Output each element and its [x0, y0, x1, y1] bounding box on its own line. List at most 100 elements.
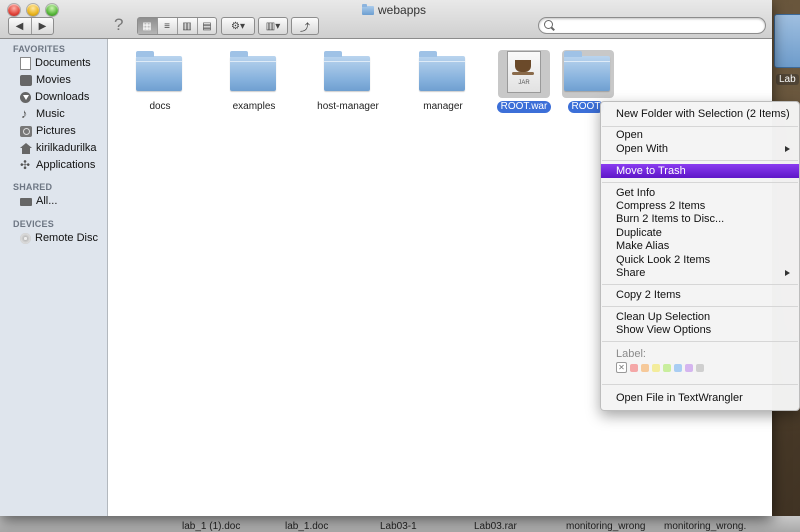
- coverflow-view-button[interactable]: ▤: [198, 18, 217, 34]
- window-title: webapps: [362, 3, 426, 17]
- file-item-docs[interactable]: docs: [122, 44, 198, 114]
- menu-item-get-info[interactable]: Get Info: [601, 186, 799, 200]
- label-purple-button[interactable]: [685, 363, 693, 372]
- label-blue-button[interactable]: [674, 363, 682, 372]
- label-color-picker: ✕: [616, 362, 704, 373]
- menu-item-show-view-options[interactable]: Show View Options: [601, 323, 799, 337]
- desktop-file-label[interactable]: monitoring_wrong.: [664, 521, 746, 532]
- label-yellow-button[interactable]: [652, 363, 660, 372]
- network-icon: [20, 198, 32, 206]
- coffee-cup-icon: [512, 60, 534, 75]
- movies-icon: [20, 74, 32, 86]
- minimize-button[interactable]: [27, 4, 39, 16]
- sidebar-item-movies[interactable]: Movies: [20, 72, 71, 88]
- forward-button[interactable]: ▶: [32, 18, 54, 34]
- zoom-button[interactable]: [46, 4, 58, 16]
- menu-item-clean-up-selection[interactable]: Clean Up Selection: [601, 310, 799, 324]
- menu-separator: [602, 126, 798, 127]
- sidebar-item-music[interactable]: Music: [20, 106, 65, 122]
- sidebar-item-documents[interactable]: Documents: [20, 55, 91, 71]
- close-button[interactable]: [8, 4, 20, 16]
- menu-item-quick-look[interactable]: Quick Look 2 Items: [601, 253, 799, 267]
- menu-item-make-alias[interactable]: Make Alias: [601, 239, 799, 253]
- arrange-menu-button[interactable]: ▥▾: [258, 17, 288, 35]
- submenu-arrow-icon: [785, 270, 790, 276]
- search-icon: [544, 20, 553, 29]
- sidebar-item-all-shared[interactable]: All...: [20, 193, 57, 209]
- sidebar-item-label: Downloads: [35, 91, 90, 103]
- sidebar-item-label: Remote Disc: [35, 232, 98, 244]
- column-view-button[interactable]: ▥: [178, 18, 198, 34]
- sidebar-item-label: Applications: [36, 159, 96, 171]
- label-none-button[interactable]: ✕: [616, 362, 627, 373]
- menu-item-move-to-trash[interactable]: Move to Trash: [601, 164, 799, 178]
- folder-icon: [230, 51, 276, 91]
- file-name-selected: ROOT: [567, 101, 605, 113]
- titlebar[interactable]: webapps ◀ ▶ ? ▦ ≡ ▥ ▤ ⚙▾ ▥▾ ⤴: [0, 0, 772, 39]
- submenu-arrow-icon: [785, 146, 790, 152]
- share-button[interactable]: ⤴: [291, 17, 319, 35]
- menu-separator: [602, 306, 798, 307]
- search-input[interactable]: [557, 18, 757, 31]
- sidebar-item-label: Movies: [36, 74, 71, 86]
- menu-item-compress[interactable]: Compress 2 Items: [601, 199, 799, 213]
- menu-separator: [602, 284, 798, 285]
- file-name: docs: [149, 101, 171, 112]
- menu-item-open-with[interactable]: Open With: [601, 142, 799, 156]
- desktop-file-icon[interactable]: [774, 14, 800, 68]
- sidebar-item-label: Music: [36, 108, 65, 120]
- folder-icon: [136, 51, 182, 91]
- sidebar-item-label: kirilkadurilka: [36, 142, 97, 154]
- menu-separator: [602, 182, 798, 183]
- sidebar-item-label: Documents: [35, 57, 91, 69]
- menu-separator: [602, 384, 798, 385]
- search-field[interactable]: [538, 17, 766, 34]
- menu-item-open-in-textwrangler[interactable]: Open File in TextWrangler: [601, 391, 799, 405]
- list-view-button[interactable]: ≡: [158, 18, 178, 34]
- jar-badge: JAR: [518, 80, 530, 86]
- menu-item-duplicate[interactable]: Duplicate: [601, 226, 799, 240]
- menu-item-burn-to-disc[interactable]: Burn 2 Items to Disc...: [601, 212, 799, 226]
- menu-separator: [602, 160, 798, 161]
- desktop-file-label[interactable]: lab_1 (1).doc: [182, 521, 240, 532]
- desktop-bottom-files: lab_1 (1).doc lab_1.doc Lab03-1 Lab03.ra…: [0, 516, 800, 532]
- sidebar-item-home[interactable]: kirilkadurilka: [20, 140, 97, 156]
- menu-item-share[interactable]: Share: [601, 266, 799, 280]
- sidebar-item-applications[interactable]: Applications: [20, 157, 95, 173]
- label-orange-button[interactable]: [641, 363, 649, 372]
- sidebar: FAVORITES Documents Movies Downloads Mus…: [0, 39, 108, 516]
- desktop-file-label[interactable]: Lab03-1: [380, 521, 417, 532]
- desktop-file-label[interactable]: Lab03.rar: [474, 521, 517, 532]
- back-button[interactable]: ◀: [9, 18, 32, 34]
- desktop-file-label: Lab: [776, 74, 799, 85]
- window-title-text: webapps: [378, 3, 427, 17]
- folder-icon: [419, 51, 465, 91]
- label-red-button[interactable]: [630, 363, 638, 372]
- icon-view-button[interactable]: ▦: [137, 18, 158, 34]
- menu-item-open[interactable]: Open: [601, 128, 799, 142]
- menu-item-copy[interactable]: Copy 2 Items: [601, 288, 799, 302]
- sidebar-header-favorites: FAVORITES: [13, 44, 66, 54]
- desktop-file-label[interactable]: monitoring_wrong: [566, 521, 646, 532]
- label-green-button[interactable]: [663, 363, 671, 372]
- desktop-file-label[interactable]: lab_1.doc: [285, 521, 328, 532]
- file-item-manager[interactable]: manager: [405, 44, 481, 114]
- label-gray-button[interactable]: [696, 363, 704, 372]
- sidebar-item-downloads[interactable]: Downloads: [20, 89, 89, 105]
- file-item-examples[interactable]: examples: [216, 44, 292, 114]
- file-item-host-manager[interactable]: host-manager: [310, 44, 386, 114]
- view-mode-control: ▦ ≡ ▥ ▤: [137, 17, 217, 35]
- file-name: host-manager: [317, 101, 379, 112]
- action-menu-button[interactable]: ⚙▾: [221, 17, 255, 35]
- downloads-icon: [20, 91, 31, 103]
- sidebar-item-remote-disc[interactable]: Remote Disc: [20, 230, 98, 246]
- back-forward-control: ◀ ▶: [8, 17, 54, 35]
- sidebar-header-devices: DEVICES: [13, 219, 54, 229]
- documents-icon: [20, 56, 31, 70]
- file-name: manager: [423, 101, 463, 112]
- jar-file-icon: JAR: [507, 51, 541, 93]
- menu-item-new-folder-with-selection[interactable]: New Folder with Selection (2 Items): [601, 107, 799, 121]
- file-name-selected: ROOT.war: [496, 101, 552, 113]
- file-name: examples: [232, 101, 276, 112]
- sidebar-item-pictures[interactable]: Pictures: [20, 123, 76, 139]
